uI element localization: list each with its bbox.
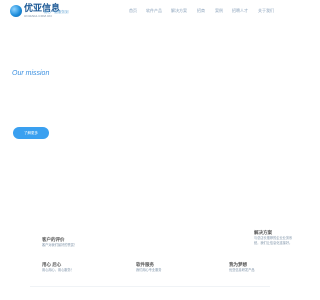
footer-divider: [30, 286, 270, 287]
nav-item-home[interactable]: 首页: [129, 8, 137, 14]
nav-item-software-products[interactable]: 软件产品: [146, 8, 162, 14]
nav-item-solutions[interactable]: 解决方案: [171, 8, 187, 14]
site-header: 优亚信息 UNIASIA.COM.CN 用心一起服务到 首页 软件产品 解决方案…: [0, 0, 300, 24]
learn-more-button[interactable]: 了解更多: [13, 127, 49, 139]
main-nav: 首页 软件产品 解决方案 招商 案例 招聘人才 关于我们: [0, 8, 300, 16]
heart-text: 用心用心，用心服务！: [42, 268, 74, 272]
reviews-text: 客户对我们最好的赞赏！: [42, 243, 78, 247]
nav-item-about[interactable]: 关于我们: [258, 8, 274, 14]
values-text: 优亚信息研发产品: [229, 268, 255, 272]
nav-item-cases[interactable]: 案例: [215, 8, 223, 14]
service-text: 我们用心专业服务: [136, 268, 162, 272]
nav-item-careers[interactable]: 招聘人才: [232, 8, 248, 14]
nav-item-partners[interactable]: 招商: [197, 8, 205, 14]
solutions-text: 与总店长推荐的企业业务系统，我们让信息化连接好。: [254, 236, 293, 245]
mission-heading: Our mission: [12, 70, 50, 77]
